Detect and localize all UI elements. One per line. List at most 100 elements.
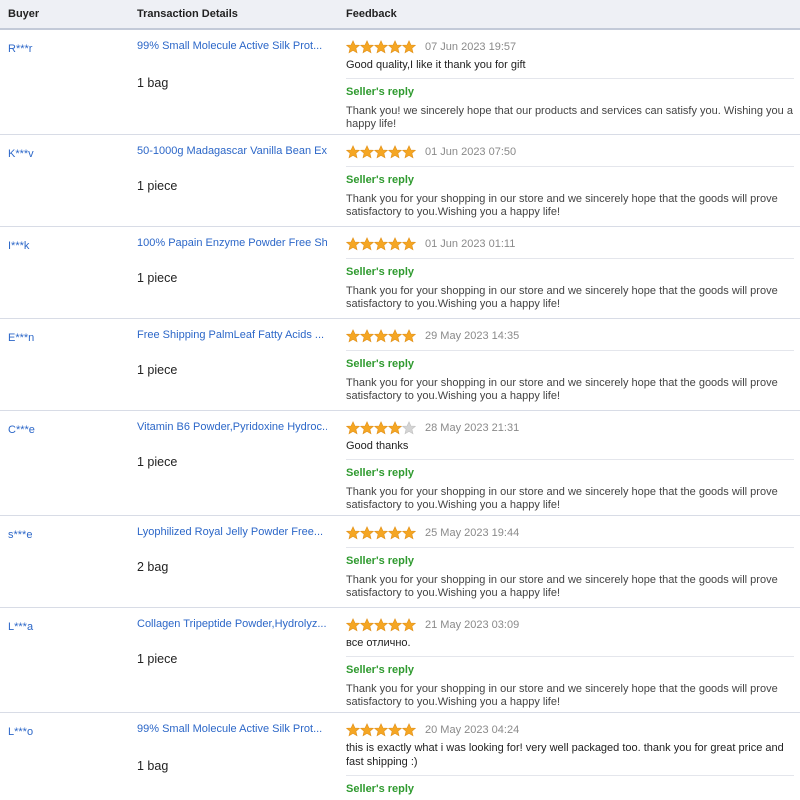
star-filled-icon: [346, 40, 360, 54]
buyer-name-link[interactable]: C***e: [8, 424, 35, 436]
rating-line: 07 Jun 2023 19:57: [346, 39, 794, 55]
seller-reply: Seller's reply Thank you for your shoppin…: [346, 258, 794, 311]
star-empty-icon: [402, 421, 416, 435]
star-filled-icon: [360, 618, 374, 632]
seller-reply: Seller's replyThank you for your shoppin…: [346, 350, 794, 403]
review-comment: this is exactly what i was looking for! …: [346, 742, 784, 768]
star-filled-icon: [360, 237, 374, 251]
star-rating: [346, 40, 416, 54]
review-date: 01 Jun 2023 01:11: [425, 238, 516, 250]
product-link[interactable]: Vitamin B6 Powder,Pyridoxine Hydroc...: [137, 421, 327, 433]
product-link[interactable]: 50-1000g Madagascar Vanilla Bean Ex...: [137, 145, 327, 157]
star-filled-icon: [374, 526, 388, 540]
table-row: K***v 50-1000g Madagascar Vanilla Bean Ex…: [0, 135, 800, 227]
rating-line: 20 May 2023 04:24: [346, 722, 794, 738]
product-link[interactable]: Lyophilized Royal Jelly Powder Free...: [137, 526, 327, 538]
rating-line: 01 Jun 2023 01:11: [346, 236, 794, 252]
rating-line: 28 May 2023 21:31: [346, 420, 794, 436]
product-link[interactable]: 100% Papain Enzyme Powder Free Ship...: [137, 237, 327, 249]
review-comment: Good quality,I like it thank you for gif…: [346, 59, 526, 71]
buyer-name-link[interactable]: s***e: [8, 529, 32, 541]
product-link[interactable]: Collagen Tripeptide Powder,Hydrolyz...: [137, 618, 327, 630]
seller-reply-text: Thank you for your shopping in our store…: [346, 683, 778, 708]
star-filled-icon: [388, 618, 402, 632]
feedback-cell: 20 May 2023 04:24 this is exactly what i …: [346, 722, 794, 800]
seller-reply: Seller's replyThank you for your shoppin…: [346, 775, 794, 800]
seller-reply: Seller's reply Thank you for your shoppin…: [346, 656, 794, 709]
table-header: Buyer Transaction Details Feedback: [0, 0, 800, 30]
table-row: L***a Collagen Tripeptide Powder,Hydrolyz…: [0, 608, 800, 713]
product-link[interactable]: 99% Small Molecule Active Silk Prot...: [137, 723, 327, 735]
seller-reply-text: Thank you for your shopping in our store…: [346, 377, 778, 402]
seller-reply-text: Thank you for your shopping in our store…: [346, 486, 778, 511]
review-date: 07 Jun 2023 19:57: [425, 41, 517, 53]
quantity: 1 piece: [137, 179, 178, 193]
seller-reply-text: Thank you for your shopping in our store…: [346, 574, 778, 599]
seller-reply-label: Seller's reply: [346, 467, 415, 479]
star-filled-icon: [346, 421, 360, 435]
star-filled-icon: [346, 618, 360, 632]
star-filled-icon: [402, 329, 416, 343]
quantity: 1 piece: [137, 455, 178, 469]
star-filled-icon: [360, 723, 374, 737]
review-date: 01 Jun 2023 07:50: [425, 146, 517, 158]
star-filled-icon: [388, 237, 402, 251]
star-filled-icon: [402, 526, 416, 540]
star-filled-icon: [360, 40, 374, 54]
feedback-cell: 07 Jun 2023 19:57 Good quality,I like it …: [346, 39, 794, 131]
product-link[interactable]: Free Shipping PalmLeaf Fatty Acids ...: [137, 329, 327, 341]
feedback-cell: 21 May 2023 03:09 все отлично. Seller's re…: [346, 617, 794, 709]
star-filled-icon: [388, 329, 402, 343]
table-row: I***k 100% Papain Enzyme Powder Free Ship…: [0, 227, 800, 319]
star-filled-icon: [402, 237, 416, 251]
seller-reply-label: Seller's reply: [346, 86, 415, 98]
seller-reply: Seller's reply Thank you for your shoppin…: [346, 459, 794, 512]
table-row: L***o 99% Small Molecule Active Silk Prot…: [0, 713, 800, 800]
feedback-column-header: Feedback: [346, 8, 397, 20]
buyer-name-link[interactable]: K***v: [8, 148, 34, 160]
review-date: 29 May 2023 14:35: [425, 330, 520, 342]
star-rating: [346, 145, 416, 159]
buyer-name-link[interactable]: L***o: [8, 726, 33, 738]
star-filled-icon: [374, 145, 388, 159]
feedback-cell: 25 May 2023 19:44 Seller's reply Thank you…: [346, 525, 794, 600]
star-rating: [346, 329, 416, 343]
quantity: 2 bag: [137, 560, 169, 574]
seller-reply-label: Seller's reply: [346, 266, 415, 278]
table-row: R***r 99% Small Molecule Active Silk Prot…: [0, 30, 800, 135]
feedback-cell: 01 Jun 2023 01:11 Seller's reply Thank you…: [346, 236, 794, 311]
buyer-name-link[interactable]: L***a: [8, 621, 33, 633]
review-comment: все отлично.: [346, 637, 411, 649]
star-filled-icon: [402, 723, 416, 737]
review-date: 28 May 2023 21:31: [425, 422, 520, 434]
buyer-name-link[interactable]: I***k: [8, 240, 29, 252]
star-filled-icon: [388, 40, 402, 54]
seller-reply-text: Thank you for your shopping in our store…: [346, 285, 778, 310]
review-comment: Good thanks: [346, 440, 409, 452]
feedback-cell: 28 May 2023 21:31 Good thanks Seller's rep…: [346, 420, 794, 512]
star-filled-icon: [360, 526, 374, 540]
seller-reply-text: Thank you! we sincerely hope that our pr…: [346, 105, 793, 130]
star-filled-icon: [374, 618, 388, 632]
seller-reply-label: Seller's reply: [346, 664, 415, 676]
star-filled-icon: [388, 526, 402, 540]
table-row: s***e Lyophilized Royal Jelly Powder Free…: [0, 516, 800, 608]
star-filled-icon: [374, 723, 388, 737]
feedback-cell: 01 Jun 2023 07:50 Seller's reply Thank you…: [346, 144, 794, 219]
buyer-name-link[interactable]: R***r: [8, 43, 32, 55]
buyer-name-link[interactable]: E***n: [8, 332, 34, 344]
table-row: C***e Vitamin B6 Powder,Pyridoxine Hydroc…: [0, 411, 800, 516]
quantity: 1 piece: [137, 363, 178, 377]
rating-line: 25 May 2023 19:44: [346, 525, 794, 541]
seller-reply-label: Seller's reply: [346, 174, 415, 186]
quantity: 1 piece: [137, 271, 178, 285]
star-filled-icon: [374, 40, 388, 54]
star-rating: [346, 723, 416, 737]
product-link[interactable]: 99% Small Molecule Active Silk Prot...: [137, 40, 327, 52]
seller-reply: Seller's reply Thank you! we sincerely ho…: [346, 78, 794, 131]
star-filled-icon: [388, 421, 402, 435]
quantity: 1 bag: [137, 76, 169, 90]
seller-reply-text: Thank you for your shopping in our store…: [346, 193, 778, 218]
rating-line: 01 Jun 2023 07:50: [346, 144, 794, 160]
star-filled-icon: [360, 421, 374, 435]
